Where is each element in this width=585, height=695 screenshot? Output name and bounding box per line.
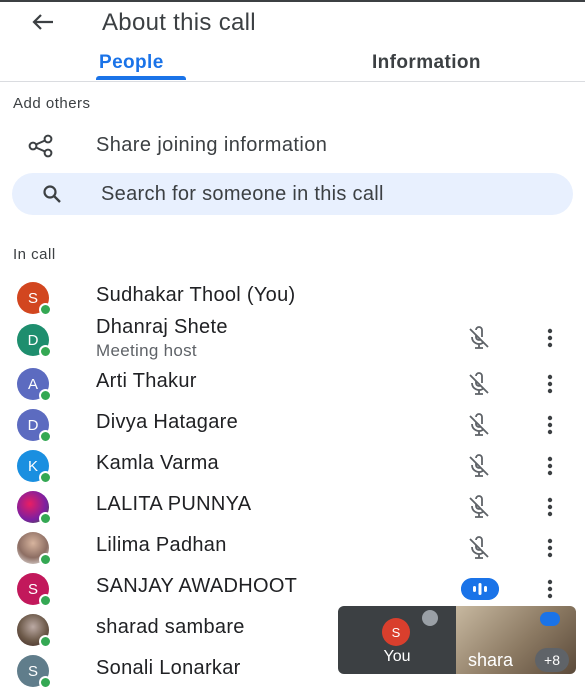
participant-row[interactable]: K Kamla Varma [0, 444, 585, 484]
more-vert-icon[interactable] [540, 577, 560, 601]
in-call-label: In call [13, 246, 56, 263]
participant-name: Sudhakar Thool (You) [96, 284, 296, 306]
tile-label: shara [468, 650, 514, 670]
participant-name: Dhanraj Shete [96, 316, 228, 338]
self-video-tile[interactable]: S You [338, 606, 456, 674]
mic-off-icon[interactable] [466, 454, 492, 478]
more-vert-icon[interactable] [540, 454, 560, 478]
online-indicator [39, 389, 52, 402]
participant-row[interactable]: S Sudhakar Thool (You) [0, 276, 585, 316]
avatar: S [382, 618, 410, 646]
avatar: S [17, 282, 52, 316]
online-indicator [39, 512, 52, 525]
more-vert-icon[interactable] [540, 536, 560, 560]
participant-row[interactable]: LALITA PUNNYA [0, 485, 585, 525]
search-placeholder: Search for someone in this call [101, 183, 384, 205]
tab-bar: People Information [0, 44, 585, 82]
active-tab-indicator [96, 76, 186, 80]
participant-name: Divya Hatagare [96, 411, 239, 433]
online-indicator [39, 303, 52, 316]
participant-name: Arti Thakur [96, 370, 197, 392]
search-icon [43, 185, 61, 203]
more-vert-icon[interactable] [540, 372, 560, 396]
participant-role: Meeting host [96, 341, 197, 360]
share-icon [28, 134, 53, 158]
tab-information[interactable]: Information [372, 52, 481, 74]
more-participants-badge[interactable]: +8 [535, 648, 569, 672]
share-joining-info-button[interactable]: Share joining information [0, 127, 585, 165]
speaking-indicator-icon [540, 612, 560, 626]
more-vert-icon[interactable] [540, 413, 560, 437]
participant-row[interactable]: S SANJAY AWADHOOT [0, 567, 585, 607]
mic-off-icon[interactable] [466, 536, 492, 560]
more-vert-icon[interactable] [540, 495, 560, 519]
avatar-photo [17, 491, 52, 525]
online-indicator [39, 553, 52, 566]
participant-name: Lilima Padhan [96, 534, 227, 556]
back-button[interactable] [28, 8, 58, 36]
mic-off-icon[interactable] [466, 413, 492, 437]
share-joining-info-label: Share joining information [96, 134, 328, 156]
online-indicator [39, 471, 52, 484]
avatar: A [17, 368, 52, 402]
app-bar: About this call [0, 2, 585, 42]
mic-off-icon[interactable] [466, 326, 492, 350]
online-indicator [39, 635, 52, 648]
participant-row[interactable]: D Divya Hatagare [0, 403, 585, 443]
participant-row[interactable]: Lilima Padhan [0, 526, 585, 566]
participant-row[interactable]: D Dhanraj Shete Meeting host [0, 316, 585, 364]
participant-name: Kamla Varma [96, 452, 219, 474]
online-indicator [39, 430, 52, 443]
add-others-label: Add others [13, 95, 91, 112]
avatar-photo [17, 532, 52, 566]
participant-name: SANJAY AWADHOOT [96, 575, 298, 597]
more-vert-icon[interactable] [540, 326, 560, 350]
mic-off-icon[interactable] [466, 372, 492, 396]
avatar: D [17, 324, 52, 358]
speaking-indicator-icon[interactable] [461, 578, 499, 600]
arrow-left-icon [32, 14, 53, 30]
avatar: K [17, 450, 52, 484]
participant-row[interactable]: A Arti Thakur [0, 362, 585, 402]
participant-name: LALITA PUNNYA [96, 493, 252, 515]
participant-name: Sonali Lonarkar [96, 657, 241, 679]
online-indicator [39, 594, 52, 607]
online-indicator [39, 345, 52, 358]
mic-off-icon[interactable] [466, 495, 492, 519]
search-input[interactable]: Search for someone in this call [12, 173, 573, 215]
avatar: S [17, 655, 52, 689]
online-indicator [39, 676, 52, 689]
participant-name: sharad sambare [96, 616, 245, 638]
tab-people[interactable]: People [99, 52, 164, 74]
avatar: D [17, 409, 52, 443]
mic-off-icon [422, 610, 438, 626]
tile-label: You [383, 648, 411, 665]
page-title: About this call [102, 9, 256, 36]
avatar: S [17, 573, 52, 607]
avatar-photo [17, 614, 52, 648]
